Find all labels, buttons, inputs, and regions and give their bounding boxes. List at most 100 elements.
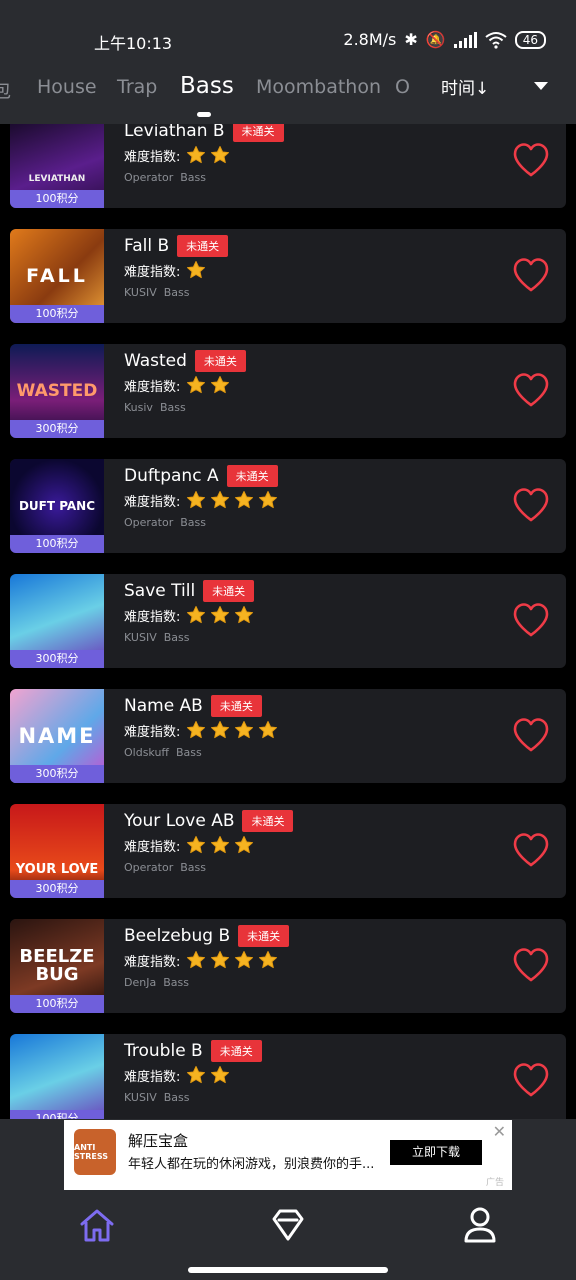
song-title[interactable]: Duftpanc A (124, 466, 219, 486)
ad-title[interactable]: 解压宝盒 (128, 1130, 188, 1151)
genre-name: Bass (180, 861, 206, 874)
title-row: Beelzebug B 未通关 (124, 925, 290, 947)
points-label: 300积分 (10, 765, 104, 783)
not-cleared-badge: 未通关 (238, 925, 290, 947)
song-card[interactable]: 100积分 Trouble B 未通关 难度指数: KUSIV Bass (10, 1034, 566, 1119)
diamond-icon[interactable] (268, 1205, 308, 1245)
song-card[interactable]: WASTED 300积分 Wasted 未通关 难度指数: Kusiv Bass (10, 344, 566, 438)
ad-card[interactable]: ANTI STRESS 解压宝盒 年轻人都在玩的休闲游戏，别浪费你的手... 立… (64, 1120, 512, 1190)
song-card[interactable]: YOUR LOVE 300积分 Your Love AB 未通关 难度指数: O… (10, 804, 566, 898)
status-icons: 2.8M/s ✱ 🔕 46 (343, 30, 546, 49)
tab-house[interactable]: House (37, 76, 97, 98)
song-title[interactable]: Fall B (124, 236, 169, 256)
song-cover[interactable]: 100积分 (10, 1034, 104, 1119)
difficulty-row: 难度指数: (124, 145, 230, 165)
favorite-heart-icon[interactable] (512, 257, 550, 293)
song-cover[interactable]: BEELZE BUG 100积分 (10, 919, 104, 1013)
difficulty-star-icon (187, 951, 206, 969)
song-title[interactable]: Trouble B (124, 1041, 203, 1061)
difficulty-star-icon (187, 836, 206, 854)
difficulty-star-icon (211, 836, 230, 854)
difficulty-label: 难度指数: (124, 494, 181, 510)
sort-time-button[interactable]: 时间↓ (441, 74, 489, 99)
song-cover[interactable]: WASTED 300积分 (10, 344, 104, 438)
song-cover[interactable]: NAME 300积分 (10, 689, 104, 783)
song-cover[interactable]: YOUR LOVE 300积分 (10, 804, 104, 898)
difficulty-star-icon (187, 721, 206, 739)
song-cover[interactable]: DUFT PANC 100积分 (10, 459, 104, 553)
user-icon[interactable] (460, 1205, 500, 1245)
song-card[interactable]: LEVIATHAN 100积分 Leviathan B 未通关 难度指数: Op… (10, 124, 566, 208)
ad-download-button[interactable]: 立即下载 (390, 1140, 482, 1165)
difficulty-row: 难度指数: (124, 950, 278, 970)
song-cover[interactable]: 300积分 (10, 574, 104, 668)
tab-bass[interactable]: Bass (180, 73, 234, 99)
difficulty-row: 难度指数: (124, 835, 254, 855)
genre-name: Bass (163, 976, 189, 989)
song-card[interactable]: 300积分 Save Till 未通关 难度指数: KUSIV Bass (10, 574, 566, 668)
difficulty-star-icon (235, 721, 254, 739)
favorite-heart-icon[interactable] (512, 602, 550, 638)
favorite-heart-icon[interactable] (512, 372, 550, 408)
battery-indicator: 46 (514, 30, 546, 49)
favorite-heart-icon[interactable] (512, 142, 550, 178)
title-row: Trouble B 未通关 (124, 1040, 262, 1062)
ad-app-icon[interactable]: ANTI STRESS (74, 1129, 116, 1175)
difficulty-row: 难度指数: (124, 1065, 230, 1085)
not-cleared-badge: 未通关 (203, 580, 255, 602)
difficulty-star-icon (211, 606, 230, 624)
song-title[interactable]: Wasted (124, 351, 187, 371)
tab-moombathon[interactable]: Moombathon (256, 76, 381, 98)
home-icon[interactable] (77, 1205, 117, 1245)
song-title[interactable]: Save Till (124, 581, 195, 601)
song-card[interactable]: BEELZE BUG 100积分 Beelzebug B 未通关 难度指数: D… (10, 919, 566, 1013)
ad-description[interactable]: 年轻人都在玩的休闲游戏，别浪费你的手... (128, 1153, 374, 1172)
favorite-heart-icon[interactable] (512, 947, 550, 983)
active-tab-indicator (197, 112, 211, 117)
tab-prev[interactable]: 包 (0, 76, 11, 103)
title-row: Your Love AB 未通关 (124, 810, 294, 832)
song-meta: Operator Bass (124, 171, 206, 184)
silent-icon: 🔕 (425, 30, 446, 49)
points-label: 300积分 (10, 420, 104, 438)
favorite-heart-icon[interactable] (512, 717, 550, 753)
difficulty-star-icon (235, 836, 254, 854)
difficulty-star-icon (187, 491, 206, 509)
dropdown-caret-icon[interactable] (534, 82, 548, 90)
song-meta: Kusiv Bass (124, 401, 186, 414)
difficulty-label: 难度指数: (124, 839, 181, 855)
song-title[interactable]: Name AB (124, 696, 203, 716)
song-card[interactable]: DUFT PANC 100积分 Duftpanc A 未通关 难度指数: Ope… (10, 459, 566, 553)
difficulty-star-icon (211, 951, 230, 969)
difficulty-star-icon (187, 261, 206, 279)
song-cover[interactable]: LEVIATHAN 100积分 (10, 124, 104, 208)
difficulty-label: 难度指数: (124, 609, 181, 625)
song-title[interactable]: Beelzebug B (124, 926, 230, 946)
ad-close-icon[interactable]: ✕ (493, 1122, 506, 1141)
difficulty-star-icon (211, 1066, 230, 1084)
genre-name: Bass (163, 631, 190, 644)
song-meta: Oldskuff Bass (124, 746, 202, 759)
song-list[interactable]: LEVIATHAN 100积分 Leviathan B 未通关 难度指数: Op… (0, 124, 576, 1119)
song-title[interactable]: Leviathan B (124, 124, 225, 141)
favorite-heart-icon[interactable] (512, 487, 550, 523)
not-cleared-badge: 未通关 (242, 810, 294, 832)
wifi-icon (485, 31, 507, 49)
status-bar: 上午10:13 2.8M/s ✱ 🔕 46 (0, 0, 576, 60)
genre-name: Bass (180, 516, 206, 529)
tab-next[interactable]: O (395, 76, 410, 98)
points-label: 100积分 (10, 1110, 104, 1119)
home-indicator[interactable] (188, 1267, 388, 1273)
difficulty-row: 难度指数: (124, 260, 206, 280)
song-card[interactable]: NAME 300积分 Name AB 未通关 难度指数: Oldskuff Ba… (10, 689, 566, 783)
difficulty-star-icon (211, 721, 230, 739)
favorite-heart-icon[interactable] (512, 832, 550, 868)
favorite-heart-icon[interactable] (512, 1062, 550, 1098)
song-cover[interactable]: FALL 100积分 (10, 229, 104, 323)
song-card[interactable]: FALL 100积分 Fall B 未通关 难度指数: KUSIV Bass (10, 229, 566, 323)
song-title[interactable]: Your Love AB (124, 811, 234, 831)
signal-icon (453, 31, 477, 48)
tab-trap[interactable]: Trap (117, 76, 157, 98)
difficulty-star-icon (235, 951, 254, 969)
title-row: Fall B 未通关 (124, 235, 229, 257)
